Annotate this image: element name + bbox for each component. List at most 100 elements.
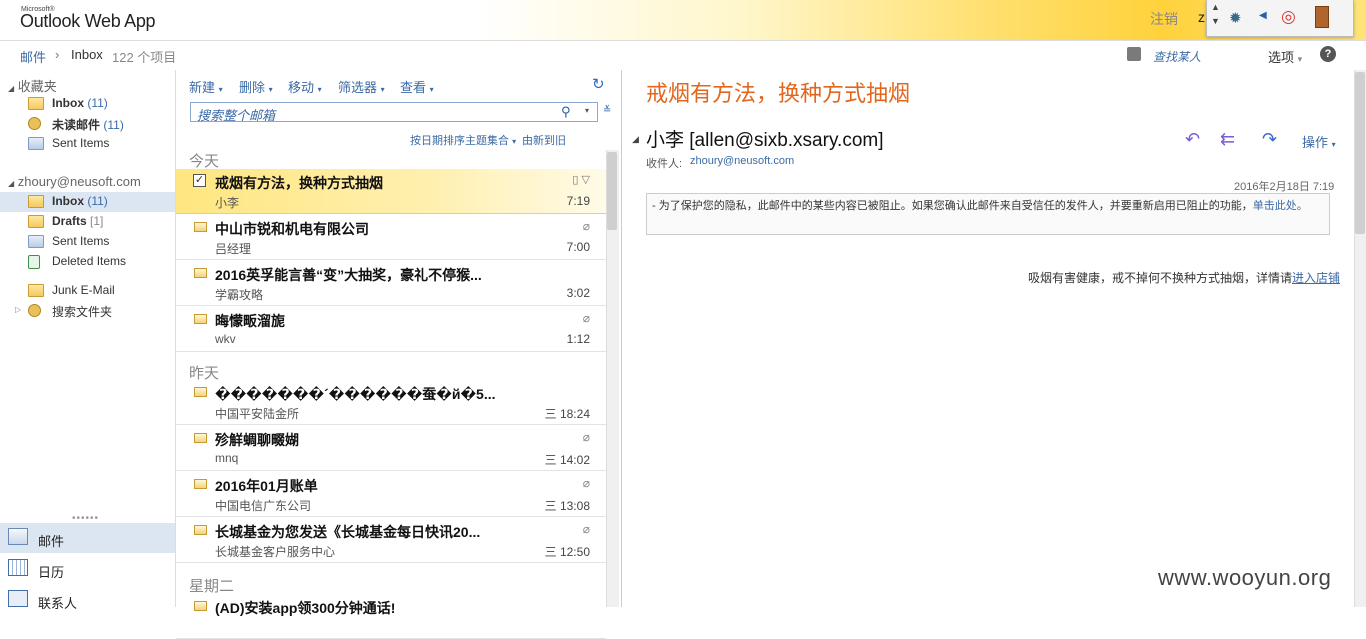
user-name-truncated: z [1198, 9, 1205, 25]
message-time: 1:12 [566, 332, 590, 346]
fav-item-unread[interactable]: 未读邮件 (11) [28, 114, 175, 134]
collapse-triangle-icon: ◢ [8, 84, 15, 93]
module-mail-label: 邮件 [38, 534, 65, 549]
fav-item-sent[interactable]: Sent Items [28, 134, 175, 154]
breadcrumb-mail[interactable]: 邮件 [20, 47, 46, 66]
exit-door-icon[interactable] [1315, 6, 1329, 28]
reply-all-icon[interactable]: ⇇ [1220, 129, 1235, 150]
folder-item-drafts[interactable]: Drafts [1] [28, 212, 175, 232]
message-row[interactable]: 殄觧蜩聊畷媩 mnq ⌀ 三 14:02 [176, 426, 606, 471]
forward-icon[interactable]: ↷ [1262, 129, 1277, 150]
favorites-header[interactable]: ◢ 收藏夹 [8, 76, 57, 95]
expand-triangle-icon[interactable]: ▷ [15, 305, 21, 314]
chevron-down-icon: ▾ [1297, 54, 1303, 64]
reply-icon[interactable]: ↶ [1185, 129, 1200, 150]
move-button[interactable]: 移动 ▾ [288, 77, 322, 96]
module-calendar[interactable]: 日历 [0, 554, 175, 584]
breadcrumb-current-folder: Inbox [71, 47, 103, 62]
message-row[interactable]: 中山市锐和机电有限公司 吕经理 ⌀ 7:00 [176, 215, 606, 260]
message-time: 三 13:08 [544, 499, 590, 513]
search-placeholder: 搜索整个邮箱 [197, 108, 276, 123]
gear-icon[interactable]: ✹ [1229, 9, 1242, 27]
folder-item-junk[interactable]: Junk E-Mail [28, 281, 175, 301]
to-recipient[interactable]: zhoury@neusoft.com [690, 155, 794, 167]
expand-search-icon[interactable]: ≚ [603, 105, 611, 116]
message-title: 戒烟有方法，换种方式抽烟 [646, 81, 911, 106]
paperclip-icon: ⌀ [582, 219, 590, 233]
message-row[interactable]: 2016年01月账单 中国电信广东公司 ⌀ 三 13:08 [176, 472, 606, 517]
body-text: 吸烟有害健康，戒不掉何不换种方式抽烟，详情请 [1028, 271, 1293, 285]
sort-by-label: 按日期排序主题集合 [410, 135, 509, 147]
fav-item-inbox[interactable]: Inbox (11) [28, 94, 175, 114]
unblock-link[interactable]: 单击此处。 [1253, 200, 1308, 212]
message-sender: 吕经理 [215, 242, 252, 256]
body-link[interactable]: 进入店铺 [1292, 271, 1340, 285]
message-time: 三 18:24 [544, 407, 590, 421]
checkbox-checked-icon[interactable]: ✓ [193, 174, 206, 187]
message-sender: mnq [215, 451, 239, 465]
paperclip-icon: ⌀ [582, 522, 590, 536]
search-input[interactable]: 搜索整个邮箱 ⚲ ▾ [190, 102, 598, 123]
fav-label: Inbox (11) [52, 96, 108, 110]
delete-label: 删除 [239, 80, 266, 95]
folder-item-inbox[interactable]: Inbox (11) [0, 192, 175, 212]
fav-label: 未读邮件 (11) [52, 116, 124, 133]
folder-drafts-label: Drafts [52, 214, 87, 228]
reading-scrollbar-thumb[interactable] [1355, 72, 1365, 234]
module-contacts[interactable]: 联系人 [0, 585, 175, 615]
delete-button[interactable]: 删除 ▾ [239, 77, 273, 96]
message-row[interactable]: 2016英孚能言善“变”大抽奖，豪礼不停猴... 学霸攻略 3:02 [176, 261, 606, 306]
search-icon[interactable]: ⚲ [561, 104, 571, 120]
module-contacts-label: 联系人 [38, 596, 78, 611]
envelope-icon [194, 479, 207, 489]
to-label: 收件人: [646, 158, 683, 170]
message-time: 三 14:02 [544, 453, 590, 467]
message-date: 2016年2月18日 7:19 [1234, 181, 1335, 193]
message-sender: 长城基金客户服务中心 [215, 545, 336, 559]
folder-search-label: 搜索文件夹 [52, 305, 113, 319]
folder-label: Drafts [1] [52, 214, 103, 228]
collapse-triangle-icon[interactable]: ◢ [632, 134, 639, 145]
folder-junk-label: Junk E-Mail [52, 283, 115, 297]
filter-button[interactable]: 筛选器 ▾ [338, 77, 385, 96]
envelope-icon [194, 525, 207, 535]
folder-inbox-label: Inbox [52, 194, 84, 208]
message-time: 7:19 [566, 194, 590, 208]
find-person-link[interactable]: 查找某人 [1153, 48, 1201, 65]
message-row[interactable]: ✓ 戒烟有方法，换种方式抽烟 小李 ▯ ▽ 7:19 [176, 169, 606, 214]
arrow-down-icon[interactable]: ▼ [1211, 16, 1220, 26]
message-row[interactable]: 晦懞畈溜旎 wkv ⌀ 1:12 [176, 307, 606, 352]
sort-order-toggle[interactable]: 由新到旧 [522, 132, 566, 148]
message-row[interactable]: 长城基金为您发送《长城基金每日快讯20... 长城基金客户服务中心 ⌀ 三 12… [176, 518, 606, 563]
favorites-title: 收藏夹 [17, 79, 57, 94]
message-row[interactable]: (AD)安装app领300分钟通话! [176, 594, 606, 639]
actions-menu[interactable]: 操作 ▾ [1302, 132, 1336, 151]
arrow-up-icon[interactable]: ▲ [1211, 2, 1220, 12]
refresh-icon[interactable]: ↻ [592, 75, 605, 93]
envelope-icon [194, 222, 207, 232]
chevron-down-icon[interactable]: ▾ [585, 106, 589, 115]
fav-unread-label: 未读邮件 [52, 118, 101, 132]
logout-link[interactable]: 注销 [1150, 9, 1178, 29]
blocked-content-notice: - 为了保护您的隐私，此邮件中的某些内容已被阻止。如果您确认此邮件来自受信任的发… [646, 193, 1330, 235]
flag-icon[interactable]: ▯ ▽ [572, 173, 590, 186]
options-menu[interactable]: 选项 ▾ [1268, 47, 1302, 66]
module-mail[interactable]: 邮件 [0, 523, 175, 553]
lifebuoy-icon[interactable]: ◎ [1281, 7, 1296, 27]
folder-item-sent[interactable]: Sent Items [28, 232, 175, 252]
help-icon[interactable]: ? [1320, 46, 1336, 62]
list-scrollbar-thumb[interactable] [607, 152, 617, 230]
view-button[interactable]: 查看 ▾ [400, 77, 434, 96]
folder-item-search-folders[interactable]: ▷ 搜索文件夹 [15, 301, 175, 321]
message-row[interactable]: �������´������蚕�й�5... 中国平安陆金所 三 18:24 [176, 380, 606, 425]
address-book-icon[interactable] [1127, 47, 1141, 61]
sort-by-menu[interactable]: 按日期排序主题集合 ▾ [410, 132, 516, 148]
options-label: 选项 [1268, 50, 1295, 65]
folder-item-deleted[interactable]: Deleted Items [28, 252, 175, 272]
arrow-left-icon[interactable]: ◀ [1259, 10, 1267, 21]
chevron-down-icon: ▾ [317, 85, 322, 94]
folder-inbox-count: (11) [87, 194, 108, 208]
new-button[interactable]: 新建 ▾ [189, 77, 223, 96]
message-time: 3:02 [566, 286, 590, 300]
account-header[interactable]: ◢ zhoury@neusoft.com [8, 174, 141, 189]
